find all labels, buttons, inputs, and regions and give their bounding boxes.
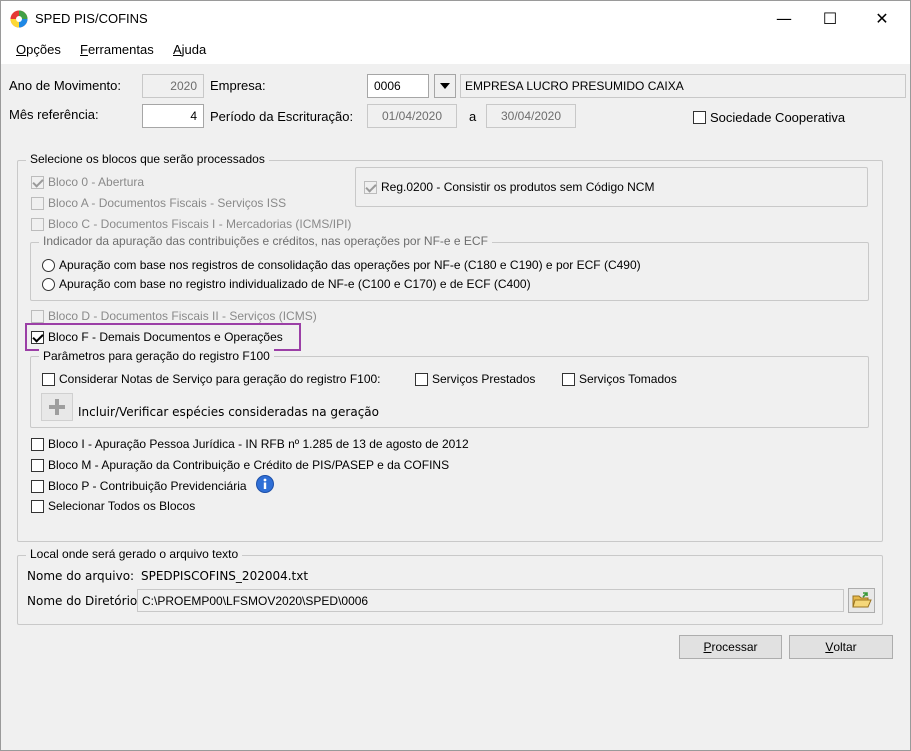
bloco-f-label: Bloco F - Demais Documentos e Operações [48, 330, 283, 344]
minimize-icon: — [776, 8, 792, 28]
reg0200-checkbox[interactable]: Reg.0200 - Consistir os produtos sem Cód… [364, 180, 654, 194]
checkbox-box [42, 372, 55, 386]
periodo-inicio-field: 01/04/2020 [367, 104, 457, 128]
bloco-d-label: Bloco D - Documentos Fiscais II - Serviç… [48, 309, 317, 323]
selecionar-todos-label: Selecionar Todos os Blocos [48, 499, 196, 513]
plus-icon [49, 399, 65, 415]
info-icon[interactable] [256, 475, 274, 493]
voltar-button[interactable]: Voltar [789, 635, 893, 659]
menu-bar: Opções Ferramentas Ajuda [0, 36, 911, 64]
empresa-dropdown-button[interactable] [434, 74, 456, 98]
sociedade-cooperativa-label: Sociedade Cooperativa [710, 110, 846, 125]
checkbox-box [31, 499, 44, 513]
bloco-i-checkbox[interactable]: Bloco I - Apuração Pessoa Jurídica - IN … [31, 437, 469, 451]
radio-consolidacao-label: Apuração com base nos registros de conso… [59, 258, 641, 272]
servicos-tomados-label: Serviços Tomados [579, 372, 677, 386]
periodo-separator: a [469, 109, 477, 124]
mes-field[interactable]: 4 [142, 104, 204, 128]
empresa-code-field[interactable]: 0006 [367, 74, 429, 98]
checkbox-box [693, 111, 706, 124]
bloco-a-checkbox: Bloco A - Documentos Fiscais - Serviços … [31, 196, 286, 210]
blocos-legend: Selecione os blocos que serão processado… [26, 152, 269, 166]
processar-button[interactable]: Processar [679, 635, 782, 659]
checkbox-box [31, 479, 44, 493]
servicos-prestados-checkbox[interactable]: Serviços Prestados [415, 372, 535, 386]
maximize-button[interactable]: ☐ [807, 1, 853, 35]
radio-individualizado[interactable]: Apuração com base no registro individual… [42, 277, 531, 291]
checkbox-box [31, 437, 44, 451]
checkbox-box [31, 330, 44, 344]
close-icon: ✕ [875, 8, 889, 28]
checkbox-box [31, 217, 44, 231]
checkbox-box [415, 372, 428, 386]
bloco-0-label: Bloco 0 - Abertura [48, 175, 145, 189]
window-title: SPED PIS/COFINS [35, 11, 148, 26]
ano-field: 2020 [142, 74, 204, 98]
checkbox-box [31, 458, 44, 472]
periodo-fim-field: 30/04/2020 [486, 104, 576, 128]
checkbox-box [562, 372, 575, 386]
bloco-m-checkbox[interactable]: Bloco M - Apuração da Contribuição e Cré… [31, 458, 449, 472]
minimize-button[interactable]: — [761, 1, 807, 35]
bloco-p-checkbox[interactable]: Bloco P - Contribuição Previdenciária [31, 479, 247, 493]
bloco-c-label: Bloco C - Documentos Fiscais I - Mercado… [48, 217, 352, 231]
radio-circle [42, 277, 55, 291]
radio-circle [42, 258, 55, 272]
arquivo-legend: Local onde será gerado o arquivo texto [26, 547, 243, 561]
selecionar-todos-checkbox[interactable]: Selecionar Todos os Blocos [31, 499, 195, 513]
diretorio-field[interactable]: C:\PROEMP00\LFSMOV2020\SPED\0006 [137, 589, 844, 612]
indicador-legend: Indicador da apuração das contribuições … [39, 234, 492, 248]
periodo-label: Período da Escrituração: [210, 109, 354, 124]
title-bar: SPED PIS/COFINS — ☐ ✕ [0, 0, 911, 36]
reg0200-label: Reg.0200 - Consistir os produtos sem Cód… [381, 180, 655, 194]
empresa-name-field: EMPRESA LUCRO PRESUMIDO CAIXA [460, 74, 906, 98]
close-button[interactable]: ✕ [859, 1, 905, 35]
considerar-label: Considerar Notas de Serviço para geração… [59, 372, 381, 386]
menu-opcoes[interactable]: Opções [16, 42, 61, 57]
bloco-p-label: Bloco P - Contribuição Previdenciária [48, 479, 247, 493]
sociedade-cooperativa-checkbox[interactable]: Sociedade Cooperativa [693, 110, 845, 125]
nome-diretorio-label: Nome do Diretório: [27, 594, 142, 608]
browse-folder-button[interactable] [848, 588, 875, 613]
incluir-label: Incluir/Verificar espécies consideradas … [78, 405, 380, 419]
nome-arquivo-value: SPEDPISCOFINS_202004.txt [141, 569, 309, 583]
bloco-c-checkbox: Bloco C - Documentos Fiscais I - Mercado… [31, 217, 351, 231]
radio-consolidacao[interactable]: Apuração com base nos registros de conso… [42, 258, 641, 272]
checkbox-box [364, 180, 377, 194]
bloco-f-checkbox[interactable]: Bloco F - Demais Documentos e Operações [31, 330, 283, 344]
considerar-checkbox[interactable]: Considerar Notas de Serviço para geração… [42, 372, 381, 386]
checkbox-box [31, 309, 44, 323]
bloco-d-checkbox: Bloco D - Documentos Fiscais II - Serviç… [31, 309, 317, 323]
mes-label: Mês referência: [9, 107, 99, 122]
ano-label: Ano de Movimento: [9, 78, 122, 93]
servicos-tomados-checkbox[interactable]: Serviços Tomados [562, 372, 677, 386]
bloco-0-checkbox: Bloco 0 - Abertura [31, 175, 144, 189]
checkbox-box [31, 196, 44, 210]
checkbox-box [31, 175, 44, 189]
maximize-icon: ☐ [822, 8, 838, 28]
incluir-button[interactable] [41, 393, 73, 421]
f100-legend: Parâmetros para geração do registro F100 [39, 349, 274, 363]
folder-open-icon [851, 591, 872, 607]
radio-individualizado-label: Apuração com base no registro individual… [59, 277, 531, 291]
menu-ferramentas[interactable]: Ferramentas [80, 42, 154, 57]
bloco-a-label: Bloco A - Documentos Fiscais - Serviços … [48, 196, 287, 210]
servicos-prestados-label: Serviços Prestados [432, 372, 536, 386]
app-logo-icon [10, 10, 28, 28]
bloco-m-label: Bloco M - Apuração da Contribuição e Cré… [48, 458, 450, 472]
bloco-i-label: Bloco I - Apuração Pessoa Jurídica - IN … [48, 437, 469, 451]
menu-ajuda[interactable]: Ajuda [173, 42, 206, 57]
empresa-label: Empresa: [210, 78, 266, 93]
nome-arquivo-label: Nome do arquivo: [27, 569, 135, 583]
